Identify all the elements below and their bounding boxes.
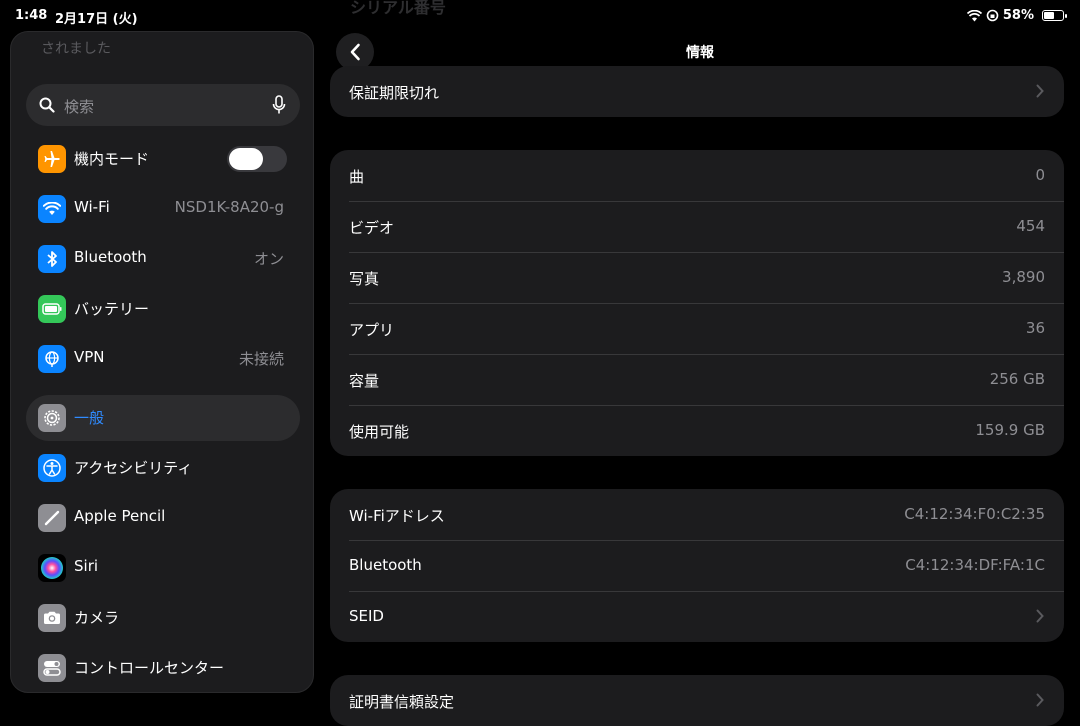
status-indicators: 58% — [966, 8, 1067, 23]
sidebar-item-bluetooth[interactable]: Bluetooth オン — [26, 236, 300, 282]
row-label: 使用可能 — [349, 423, 410, 441]
stat-row-capacity: 容量 256 GB — [330, 354, 1064, 405]
battery-percent: 58% — [1002, 8, 1034, 23]
bluetooth-icon — [38, 245, 66, 273]
sidebar-item-airplane-mode[interactable]: 機内モード — [26, 136, 300, 182]
row-label: アプリ — [349, 321, 395, 339]
page-title: 情報 — [686, 45, 714, 61]
row-label: 写真 — [349, 270, 380, 288]
stat-row-videos: ビデオ 454 — [330, 201, 1064, 252]
battery-icon — [38, 295, 66, 323]
row-value: C4:12:34:F0:C2:35 — [904, 505, 1045, 523]
sidebar-item-label: コントロールセンター — [74, 659, 225, 677]
row-value: 454 — [1016, 217, 1045, 235]
sidebar-item-camera[interactable]: カメラ — [26, 595, 300, 641]
stats-group: 曲 0 ビデオ 454 写真 3,890 アプリ 36 容量 256 GB 使用… — [330, 150, 1064, 456]
gear-icon — [38, 404, 66, 432]
wifi-signal-icon — [966, 9, 982, 21]
sidebar-item-label: カメラ — [74, 609, 120, 627]
row-value: 256 GB — [989, 370, 1045, 388]
settings-sidebar: されました 検索 機内モード Wi-Fi NSD1K-8A20-g Blueto… — [10, 31, 314, 693]
vpn-status: 未接続 — [238, 350, 284, 368]
row-value: 159.9 GB — [975, 421, 1045, 439]
microphone-icon[interactable] — [272, 95, 286, 115]
sidebar-item-siri[interactable]: Siri — [26, 545, 300, 591]
sidebar-item-wifi[interactable]: Wi-Fi NSD1K-8A20-g — [26, 186, 300, 232]
detail-pane: シリアル番号 情報 保証期限切れ 曲 0 ビデオ 454 写真 3,890 アプ… — [330, 0, 1080, 726]
control-center-icon — [38, 654, 66, 682]
search-icon — [39, 97, 55, 113]
warranty-group: 保証期限切れ — [330, 66, 1064, 117]
sidebar-item-label: バッテリー — [74, 300, 150, 318]
search-placeholder: 検索 — [64, 98, 95, 116]
chevron-right-icon — [1036, 693, 1044, 707]
status-time: 1:48 — [15, 8, 48, 23]
sidebar-item-label: VPN — [74, 348, 105, 366]
sidebar-item-label: アクセシビリティ — [74, 459, 193, 477]
row-value: 0 — [1035, 166, 1045, 184]
row-label: 曲 — [349, 168, 365, 186]
stat-row-photos: 写真 3,890 — [330, 252, 1064, 303]
sidebar-item-label: Siri — [74, 557, 99, 575]
warranty-row[interactable]: 保証期限切れ — [330, 66, 1064, 117]
wifi-address-row: Wi-Fiアドレス C4:12:34:F0:C2:35 — [330, 489, 1064, 540]
sidebar-item-general[interactable]: 一般 — [26, 395, 300, 441]
row-value: 3,890 — [1002, 268, 1045, 286]
airplane-icon — [38, 145, 66, 173]
search-field[interactable]: 検索 — [26, 84, 300, 126]
camera-icon — [38, 604, 66, 632]
sidebar-item-label: 一般 — [74, 409, 105, 427]
sidebar-item-accessibility[interactable]: アクセシビリティ — [26, 445, 300, 491]
wifi-icon — [38, 195, 66, 223]
sidebar-item-apple-pencil[interactable]: Apple Pencil — [26, 495, 300, 541]
sidebar-item-label: Bluetooth — [74, 248, 147, 266]
status-bar: 1:48 2月17日 (火) 58% — [0, 0, 1080, 32]
row-label: Wi-Fiアドレス — [349, 507, 445, 525]
chevron-right-icon — [1036, 609, 1044, 623]
row-label: 保証期限切れ — [349, 84, 440, 102]
wifi-network-name: NSD1K-8A20-g — [174, 198, 284, 216]
sidebar-item-vpn[interactable]: VPN 未接続 — [26, 336, 300, 382]
bluetooth-status: オン — [253, 250, 284, 268]
pencil-icon — [38, 504, 66, 532]
sidebar-item-control-center[interactable]: コントロールセンター — [26, 645, 300, 691]
siri-icon — [38, 554, 66, 582]
chevron-right-icon — [1036, 84, 1044, 98]
row-label: Bluetooth — [349, 556, 422, 574]
row-label: ビデオ — [349, 219, 395, 237]
bluetooth-address-row: Bluetooth C4:12:34:DF:FA:1C — [330, 540, 1064, 591]
sidebar-item-label: Wi-Fi — [74, 198, 110, 216]
status-date: 2月17日 (火) — [55, 12, 138, 27]
sidebar-item-battery[interactable]: バッテリー — [26, 286, 300, 332]
battery-icon — [1042, 10, 1067, 21]
rotation-lock-icon — [986, 9, 999, 22]
row-label: SEID — [349, 607, 384, 625]
row-value: 36 — [1025, 319, 1045, 337]
stat-row-apps: アプリ 36 — [330, 303, 1064, 354]
certificate-group: 証明書信頼設定 — [330, 675, 1064, 726]
stat-row-available: 使用可能 159.9 GB — [330, 405, 1064, 456]
sidebar-item-label: 機内モード — [74, 150, 150, 168]
accessibility-icon — [38, 454, 66, 482]
row-label: 容量 — [349, 372, 380, 390]
sidebar-faded-text: されました — [41, 41, 111, 57]
vpn-globe-icon — [38, 345, 66, 373]
stat-row-songs: 曲 0 — [330, 150, 1064, 201]
seid-row[interactable]: SEID — [330, 591, 1064, 642]
row-value: C4:12:34:DF:FA:1C — [905, 556, 1045, 574]
certificate-trust-row[interactable]: 証明書信頼設定 — [330, 675, 1064, 726]
network-group: Wi-Fiアドレス C4:12:34:F0:C2:35 Bluetooth C4… — [330, 489, 1064, 642]
airplane-mode-toggle[interactable] — [227, 146, 287, 172]
toggle-knob — [229, 148, 263, 170]
row-label: 証明書信頼設定 — [349, 693, 455, 711]
sidebar-item-label: Apple Pencil — [74, 507, 166, 525]
